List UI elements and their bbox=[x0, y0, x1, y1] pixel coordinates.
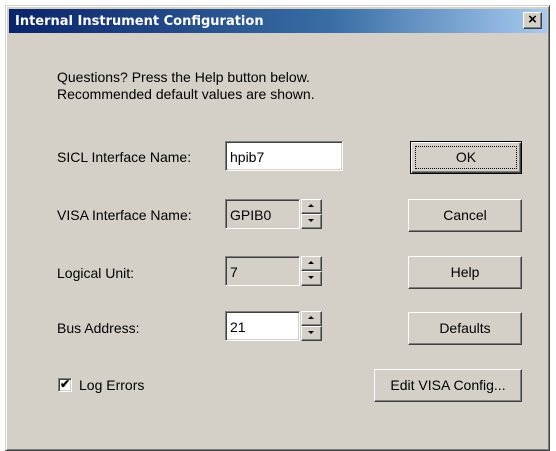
bus-address-spin-down-button[interactable] bbox=[301, 326, 322, 341]
edit-visa-config-button[interactable]: Edit VISA Config... bbox=[374, 369, 522, 402]
bus-address-spinner[interactable] bbox=[301, 311, 322, 341]
close-icon: × bbox=[528, 11, 537, 28]
visa-spin-down-button[interactable] bbox=[301, 214, 322, 229]
bus-address-input[interactable]: 21 bbox=[225, 311, 300, 341]
visa-spin-up-button[interactable] bbox=[301, 199, 322, 214]
spin-up-arrow-icon bbox=[308, 204, 314, 207]
logical-unit-field[interactable]: 7 bbox=[225, 256, 300, 286]
window-title: Internal Instrument Configuration bbox=[15, 14, 264, 29]
close-button[interactable]: × bbox=[523, 12, 542, 29]
logical-unit-spin-up-button[interactable] bbox=[301, 256, 322, 271]
sicl-label: SICL Interface Name: bbox=[57, 149, 192, 165]
defaults-button-label: Defaults bbox=[439, 320, 491, 336]
spin-down-arrow-icon bbox=[308, 276, 314, 279]
ok-button[interactable]: OK bbox=[410, 141, 522, 174]
spin-down-arrow-icon bbox=[308, 219, 314, 222]
info-line-2: Recommended default values are shown. bbox=[57, 86, 315, 102]
checkmark-icon: ✔ bbox=[59, 377, 71, 391]
spin-up-arrow-icon bbox=[308, 316, 314, 319]
cancel-button[interactable]: Cancel bbox=[408, 199, 522, 232]
logical-unit-label: Logical Unit: bbox=[57, 265, 135, 281]
log-errors-checkbox[interactable]: ✔ bbox=[58, 378, 72, 392]
help-button[interactable]: Help bbox=[408, 256, 522, 289]
spin-down-arrow-icon bbox=[308, 331, 314, 334]
config-dialog: Internal Instrument Configuration × Ques… bbox=[5, 5, 550, 451]
log-errors-label[interactable]: Log Errors bbox=[79, 377, 144, 393]
info-line-1: Questions? Press the Help button below. bbox=[57, 69, 310, 85]
visa-spinner[interactable] bbox=[301, 199, 322, 229]
help-button-label: Help bbox=[450, 264, 480, 280]
cancel-button-label: Cancel bbox=[443, 207, 487, 223]
logical-unit-spin-down-button[interactable] bbox=[301, 271, 322, 286]
sicl-interface-input[interactable]: hpib7 bbox=[225, 141, 343, 171]
defaults-button[interactable]: Defaults bbox=[408, 312, 522, 345]
bus-address-label: Bus Address: bbox=[57, 320, 140, 336]
spin-up-arrow-icon bbox=[308, 261, 314, 264]
title-bar[interactable]: Internal Instrument Configuration × bbox=[9, 9, 547, 33]
bus-address-spin-up-button[interactable] bbox=[301, 311, 322, 326]
ok-button-label: OK bbox=[455, 149, 477, 165]
visa-interface-field[interactable]: GPIB0 bbox=[225, 199, 300, 229]
edit-visa-config-button-label: Edit VISA Config... bbox=[390, 377, 506, 393]
visa-label: VISA Interface Name: bbox=[57, 207, 192, 223]
logical-unit-spinner[interactable] bbox=[301, 256, 322, 286]
